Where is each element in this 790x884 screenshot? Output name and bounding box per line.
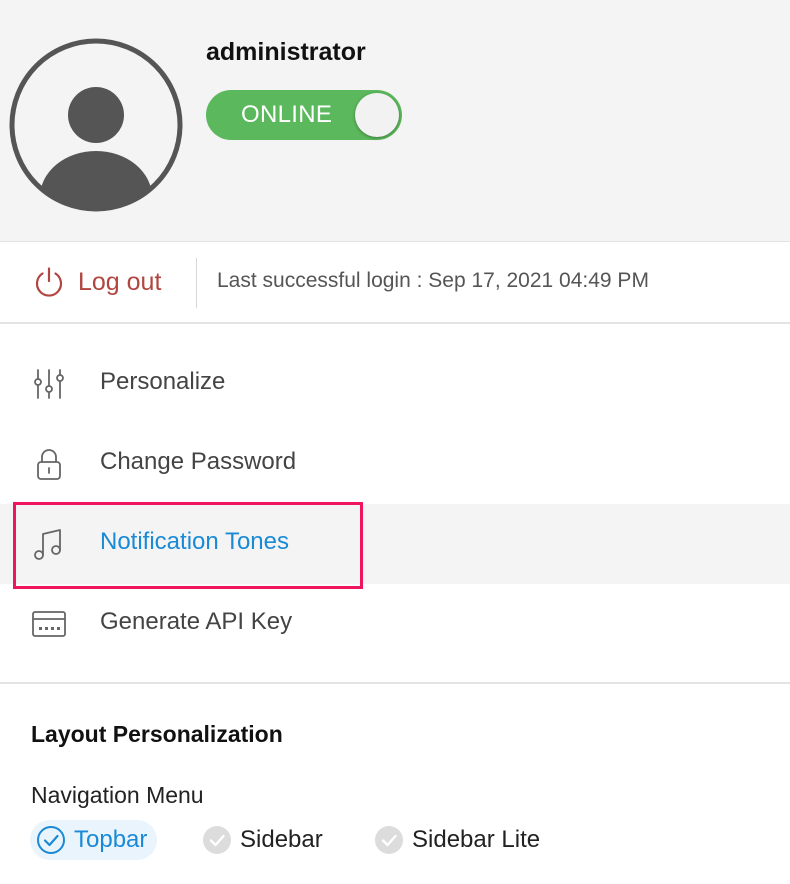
keyboard-icon bbox=[32, 611, 66, 637]
profile-header: administrator ONLINE bbox=[0, 0, 790, 242]
nav-option-label: Sidebar bbox=[240, 826, 323, 853]
logout-button[interactable]: Log out bbox=[32, 262, 161, 302]
session-row: Log out Last successful login : Sep 17, … bbox=[0, 242, 790, 324]
menu-label-change-password: Change Password bbox=[100, 448, 297, 475]
divider bbox=[196, 258, 197, 308]
menu-label-notification-tones: Notification Tones bbox=[100, 528, 289, 555]
navigation-menu-label: Navigation Menu bbox=[31, 782, 204, 808]
nav-option-topbar[interactable]: Topbar bbox=[30, 820, 158, 860]
menu-item-personalize[interactable]: Personalize bbox=[0, 344, 790, 424]
nav-option-sidebar-lite[interactable]: Sidebar Lite bbox=[374, 820, 540, 860]
nav-option-label: Topbar bbox=[74, 826, 148, 853]
lock-icon bbox=[37, 449, 61, 480]
layout-personalization-title: Layout Personalization bbox=[31, 721, 283, 747]
menu-item-generate-api-key[interactable]: Generate API Key bbox=[0, 584, 790, 664]
last-login-text: Last successful login : Sep 17, 2021 04:… bbox=[217, 269, 649, 292]
menu-label-generate-api-key: Generate API Key bbox=[100, 608, 293, 635]
toggle-knob bbox=[355, 93, 399, 137]
power-icon bbox=[35, 267, 63, 297]
check-circle-icon bbox=[375, 826, 403, 854]
check-circle-icon bbox=[203, 826, 231, 854]
user-avatar-icon bbox=[9, 38, 183, 212]
online-status-toggle[interactable]: ONLINE bbox=[206, 90, 402, 140]
nav-option-sidebar[interactable]: Sidebar bbox=[202, 820, 323, 860]
logout-label: Log out bbox=[78, 267, 162, 296]
menu-item-change-password[interactable]: Change Password bbox=[0, 424, 790, 504]
section-divider bbox=[0, 682, 790, 684]
toggle-label: ONLINE bbox=[241, 101, 333, 128]
menu-label-personalize: Personalize bbox=[100, 368, 226, 395]
username: administrator bbox=[206, 38, 366, 66]
music-note-icon bbox=[34, 529, 61, 560]
menu-item-notification-tones[interactable]: Notification Tones bbox=[0, 504, 790, 584]
sliders-icon bbox=[34, 369, 64, 399]
check-circle-icon bbox=[37, 826, 65, 854]
nav-option-label: Sidebar Lite bbox=[412, 826, 541, 853]
